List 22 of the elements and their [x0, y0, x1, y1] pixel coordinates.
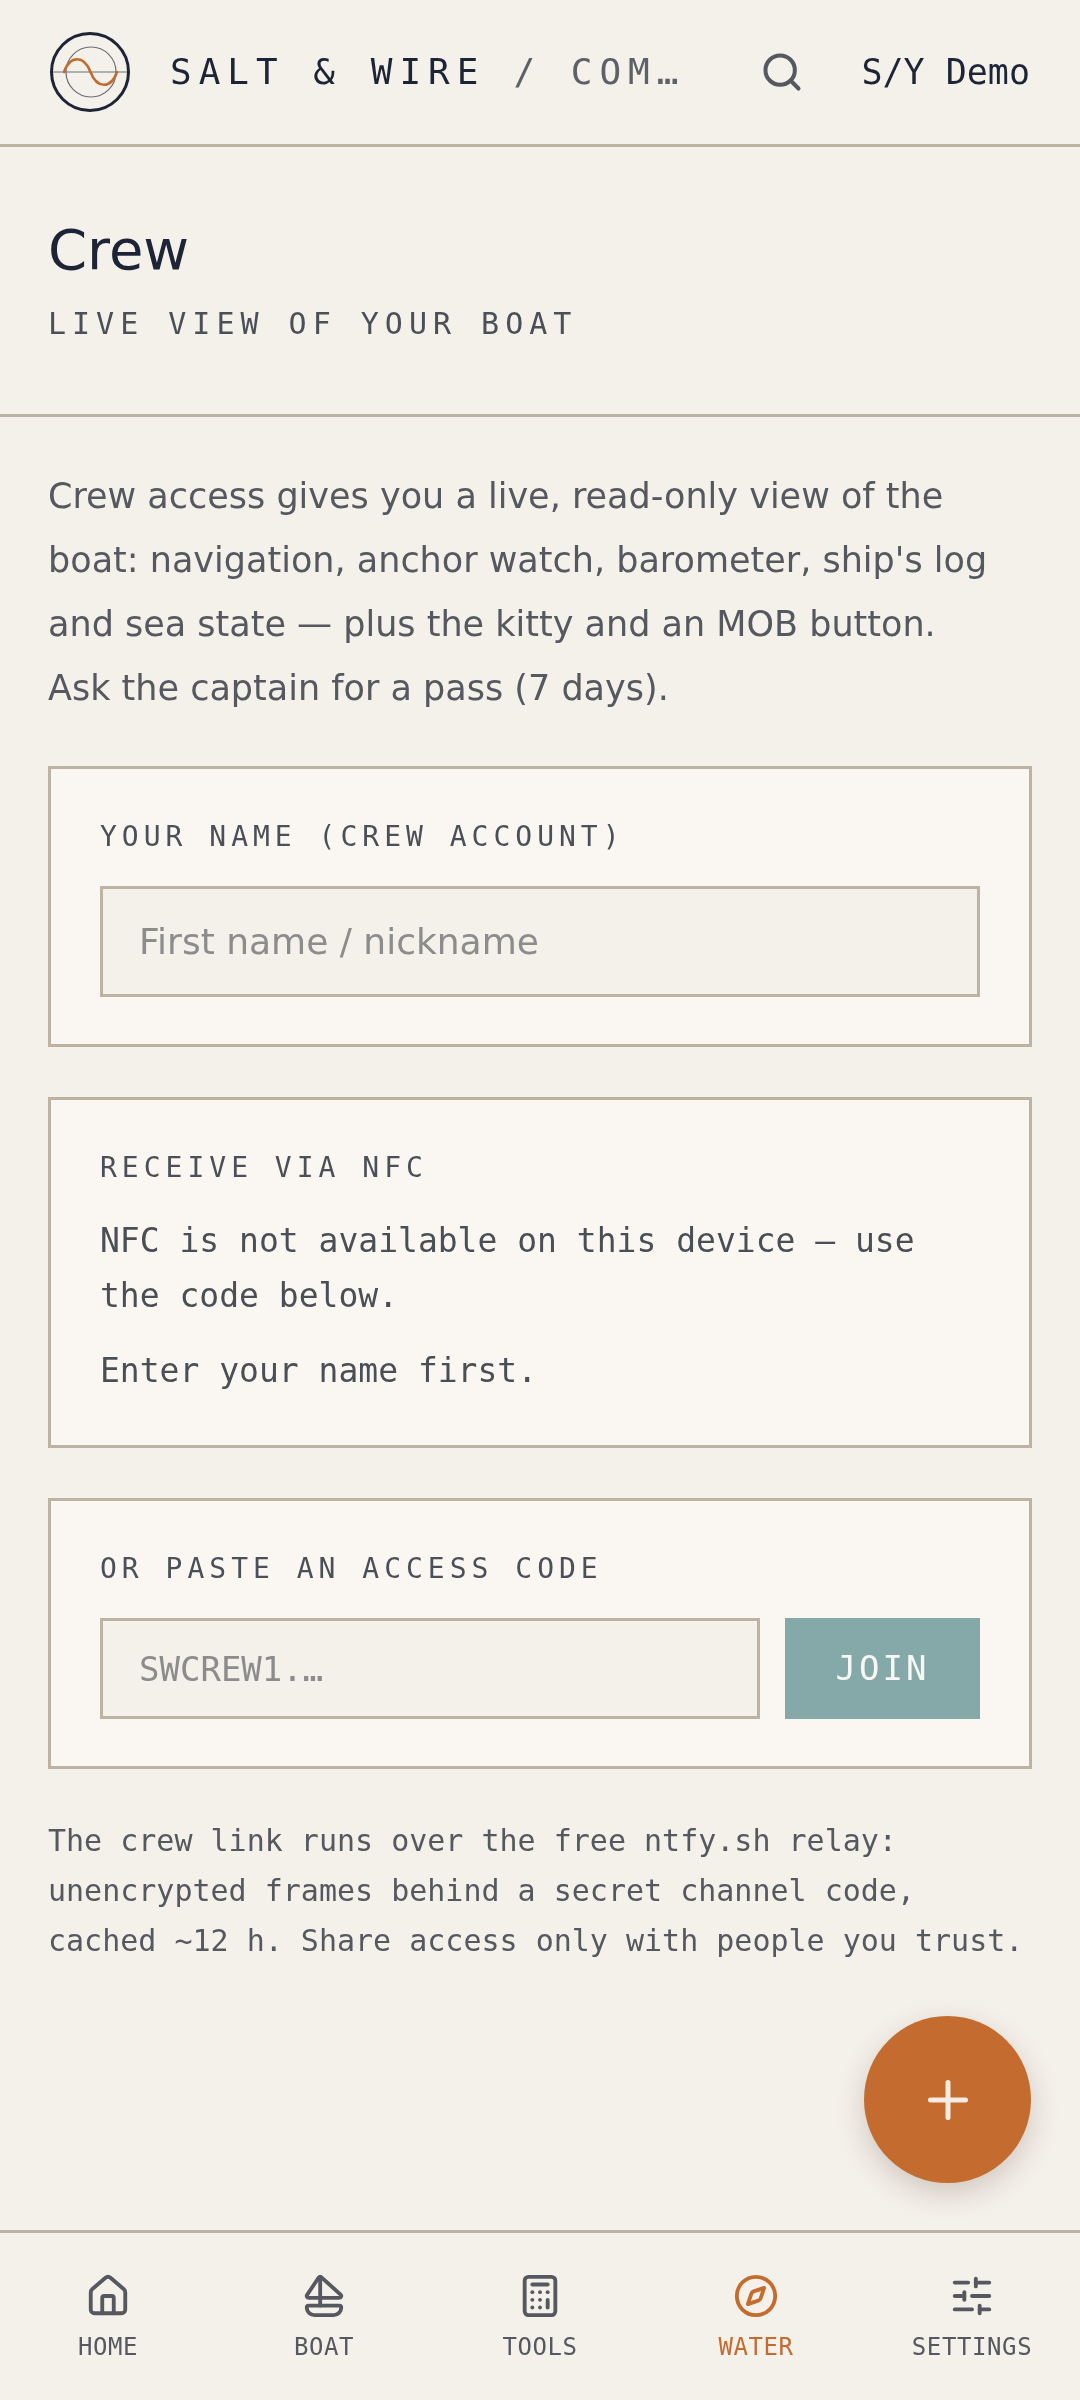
section-breadcrumb: / COM… — [513, 50, 686, 94]
info-text: NFC is not available on this device — use the code below. — [100, 1220, 916, 1317]
page-subtitle: LIVE VIEW OF YOUR BOAT — [48, 306, 579, 342]
section-label: OR PASTE AN ACCESS CODE — [100, 1552, 604, 1586]
section-label: RECEIVE VIA NFC — [100, 1151, 429, 1185]
plus-icon — [927, 2079, 968, 2120]
nav-tab[interactable]: WATER — [648, 2233, 864, 2400]
compass-icon — [733, 2272, 779, 2319]
vessel-selector[interactable]: S/Y Demo — [861, 45, 1030, 99]
relay-note: The crew link runs over the free ntfy.sh relay: unencrypted frames behind a secret channel code, cached ~12 h. Share access only with people you trust. — [48, 1822, 1025, 1960]
nav-tab[interactable]: BOAT — [216, 2233, 432, 2400]
nav-tab[interactable]: HOME — [0, 2233, 216, 2400]
page-title: Crew — [48, 222, 191, 278]
app-name: SALT & WIRE — [170, 50, 486, 94]
nav-tab[interactable]: TOOLS — [432, 2233, 648, 2400]
logo-icon — [50, 32, 130, 112]
info-text: Enter your name first. — [100, 1350, 539, 1392]
access-code-field[interactable]: SWCREW1.… — [100, 1618, 760, 1719]
intro-text: Crew access gives you a live, read-only view of the boat: navigation, anchor watch, barometer, ship's log and sea state — plus the kitty and an MOB button. Ask the captain for a pass (7 days). — [48, 475, 989, 710]
section-label: YOUR NAME (CREW ACCOUNT) — [100, 820, 626, 854]
name-input-field[interactable]: First name / nickname — [100, 886, 980, 997]
nav-tab[interactable]: SETTINGS — [864, 2233, 1080, 2400]
